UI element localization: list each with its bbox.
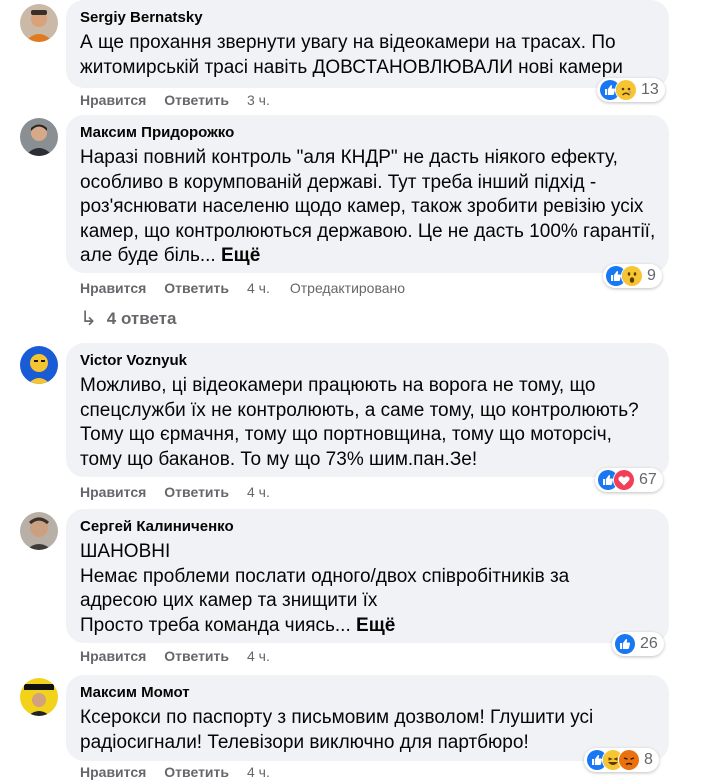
reaction-count: 13 <box>641 81 659 98</box>
comment-text: Наразі повний контроль "аля КНДР" не дас… <box>80 146 657 269</box>
view-replies-link[interactable]: ↳ 4 ответа <box>80 306 176 331</box>
avatar[interactable] <box>20 678 58 716</box>
comment-bubble: Максим Момот Ксерокси по паспорту з пись… <box>66 675 669 761</box>
comment-bubble: Сергей Калиниченко ШАНОВНІ Немає проблем… <box>66 509 669 643</box>
comment-line: Тому що єрмачня, тому що портновщина, то… <box>80 424 612 445</box>
comment-author[interactable]: Максим Придорожко <box>80 123 657 142</box>
comment-line: Немає проблеми послати одного/двох співр… <box>80 565 570 587</box>
comment-bubble: Максим Придорожко Наразі повний контроль… <box>66 115 669 273</box>
comment-line: особливо в корумпованій державі. Тут тре… <box>80 171 597 193</box>
comment-line: адресою цих камер та знищити їх <box>80 590 378 611</box>
like-button[interactable]: Нравится <box>80 92 146 108</box>
reaction-count: 67 <box>639 471 657 488</box>
comment-author[interactable]: Сергей Калиниченко <box>80 517 657 536</box>
comment-author[interactable]: Victor Voznyuk <box>80 351 657 370</box>
like-button[interactable]: Нравится <box>80 648 146 664</box>
reactions-summary[interactable]: 26 <box>612 632 664 656</box>
like-icon <box>614 633 636 655</box>
reaction-count: 8 <box>644 751 653 768</box>
comment-line: Наразі повний контроль "аля КНДР" не дас… <box>80 147 618 168</box>
comment-line: радіосигнали! Телевізори виключно для па… <box>80 731 529 753</box>
reply-button[interactable]: Ответить <box>164 484 229 500</box>
comment-line: камер, що контролюються державою. Це не … <box>80 220 656 242</box>
timestamp[interactable]: 3 ч. <box>247 92 270 108</box>
like-button[interactable]: Нравится <box>80 484 146 500</box>
love-icon <box>613 469 635 491</box>
reply-arrow-icon: ↳ <box>80 308 97 330</box>
comment-line: ШАНОВНІ <box>80 541 171 562</box>
comment-author[interactable]: Sergiy Bernatsky <box>80 8 657 27</box>
reaction-count: 9 <box>647 267 656 284</box>
like-button[interactable]: Нравится <box>80 280 146 296</box>
reply-button[interactable]: Ответить <box>164 764 229 780</box>
timestamp[interactable]: 4 ч. <box>247 648 270 664</box>
timestamp[interactable]: 4 ч. <box>247 484 270 500</box>
comment-actions: Нравится Ответить 4 ч. <box>80 648 290 664</box>
comment-bubble: Sergiy Bernatsky А ще прохання звернути … <box>66 0 669 88</box>
avatar[interactable] <box>20 512 58 550</box>
timestamp[interactable]: 4 ч. <box>247 280 270 296</box>
wow-icon <box>621 265 643 287</box>
comment-line: А ще прохання звернути увагу на відеокам… <box>80 32 616 53</box>
comment-line: тому що баканов. То му що 73% шим.пан.Зе… <box>80 448 478 470</box>
comment-line-text: але буде біль... <box>80 245 216 266</box>
comment-line: Просто треба команда чиясь... Ещё <box>80 614 657 639</box>
sad-icon <box>615 79 637 101</box>
avatar[interactable] <box>20 118 58 156</box>
comment-line: Можливо, ці відеокамери працюють на воро… <box>80 375 596 396</box>
comment-line-text: Просто треба команда чиясь... <box>80 614 351 636</box>
comment-actions: Нравится Ответить 4 ч. <box>80 484 290 500</box>
reply-button[interactable]: Ответить <box>164 648 229 664</box>
comment-actions: Нравится Ответить 3 ч. <box>80 92 290 108</box>
reply-button[interactable]: Ответить <box>164 92 229 108</box>
reply-button[interactable]: Ответить <box>164 280 229 296</box>
replies-count: 4 ответа <box>106 308 177 328</box>
reactions-summary[interactable]: 67 <box>595 468 663 492</box>
edited-label: Отредактировано <box>289 280 406 296</box>
comment-actions: Нравится Ответить 4 ч. <box>80 764 290 780</box>
comment-actions: Нравится Ответить 4 ч. Отредактировано <box>80 280 405 296</box>
comment-text: А ще прохання звернути увагу на відеокам… <box>80 31 657 80</box>
comment-line: роз'яснювати населеню щодо камер, також … <box>80 196 644 217</box>
see-more-link[interactable]: Ещё <box>221 245 260 266</box>
reaction-count: 26 <box>640 635 658 652</box>
comment-line: Ксерокси по паспорту з письмовим дозволо… <box>80 707 594 728</box>
avatar[interactable] <box>20 4 58 42</box>
comment-text: Ксерокси по паспорту з письмовим дозволо… <box>80 706 657 755</box>
comment-text: ШАНОВНІ Немає проблеми послати одного/дв… <box>80 540 657 638</box>
see-more-link[interactable]: Ещё <box>356 615 395 636</box>
comment-text: Можливо, ці відеокамери працюють на воро… <box>80 374 657 472</box>
reactions-summary[interactable]: 8 <box>584 748 659 772</box>
comment-line: спецслужби їх не контролюють, а саме том… <box>80 399 639 421</box>
reactions-summary[interactable]: 9 <box>603 264 662 288</box>
reactions-summary[interactable]: 13 <box>597 78 665 102</box>
comment-author[interactable]: Максим Момот <box>80 683 657 702</box>
timestamp[interactable]: 4 ч. <box>247 764 270 780</box>
avatar[interactable] <box>20 346 58 384</box>
comment-bubble: Victor Voznyuk Можливо, ці відеокамери п… <box>66 343 669 477</box>
comment-line: але буде біль... Ещё <box>80 244 657 269</box>
comment-line: житомирській трасі навіть ДОВСТАНОВЛЮВАЛ… <box>80 56 623 78</box>
like-button[interactable]: Нравится <box>80 764 146 780</box>
